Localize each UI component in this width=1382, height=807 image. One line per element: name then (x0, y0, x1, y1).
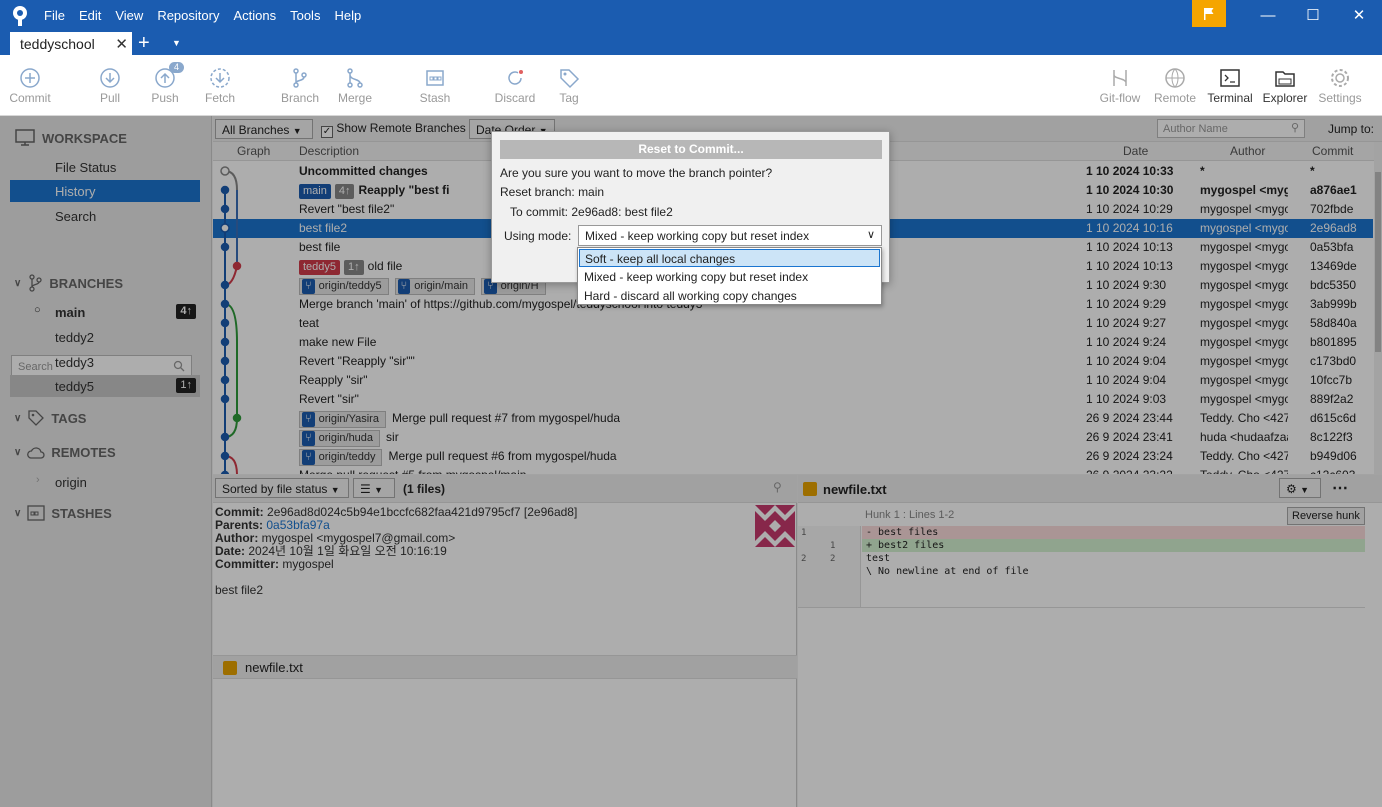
push-count-badge: 4 (169, 62, 185, 73)
merge-button[interactable]: Merge (325, 55, 385, 115)
tab-dropdown-icon[interactable]: ▼ (172, 38, 181, 48)
to-commit-label: To commit: (510, 205, 569, 219)
dialog-question: Are you sure you want to move the branch… (500, 166, 773, 180)
gitflow-label: Git-flow (1099, 91, 1141, 105)
settings-label: Settings (1318, 91, 1362, 105)
to-commit-value: 2e96ad8: best file2 (571, 205, 673, 219)
close-tab-icon[interactable]: ✕ (115, 35, 128, 53)
tag-icon (560, 69, 580, 89)
option-soft-label: Soft - keep all local changes (585, 252, 736, 266)
reset-mode-options: Soft - keep all local changes Mixed - ke… (577, 247, 882, 305)
repo-tab[interactable]: teddyschool ✕ (10, 32, 132, 55)
fetch-icon (210, 68, 230, 88)
maximize-button[interactable]: ☐ (1290, 0, 1336, 30)
branch-icon (293, 68, 307, 88)
minimize-button[interactable]: — (1245, 0, 1291, 30)
settings-button[interactable]: Settings (1310, 55, 1370, 115)
branch-button[interactable]: Branch (270, 55, 330, 115)
stash-icon (426, 70, 444, 86)
menu-repository[interactable]: Repository (157, 8, 219, 23)
gitflow-button[interactable]: Git-flow (1090, 55, 1150, 115)
menu-edit[interactable]: Edit (79, 8, 101, 23)
reset-branch-row: Reset branch: main (500, 185, 604, 199)
menu-actions[interactable]: Actions (233, 8, 276, 23)
explorer-label: Explorer (1262, 91, 1308, 105)
repo-tab-label: teddyschool (20, 36, 95, 52)
dialog-title: Reset to Commit... (500, 140, 882, 159)
pull-button[interactable]: Pull (80, 55, 140, 115)
tag-button[interactable]: Tag (539, 55, 599, 115)
reset-mode-select[interactable]: Mixed - keep working copy but reset inde… (578, 225, 882, 246)
fetch-button[interactable]: Fetch (190, 55, 250, 115)
discard-button[interactable]: Discard (485, 55, 545, 115)
chevron-down-icon: ∨ (866, 229, 875, 241)
menu-help[interactable]: Help (334, 8, 361, 23)
explorer-button[interactable]: Explorer (1255, 55, 1315, 115)
reset-mode-value: Mixed - keep working copy but reset inde… (585, 229, 810, 243)
sourcetree-logo-icon (13, 6, 27, 26)
menu-bar: File Edit View Repository Actions Tools … (44, 8, 361, 23)
terminal-button[interactable]: Terminal (1200, 55, 1260, 115)
commit-icon (20, 68, 40, 88)
commit-label: Commit (9, 91, 51, 105)
reset-branch-label: Reset branch: (500, 185, 575, 199)
fetch-label: Fetch (204, 91, 235, 105)
push-label: Push (151, 91, 179, 105)
gear-icon (1331, 69, 1349, 87)
menu-view[interactable]: View (115, 8, 143, 23)
branch-label: Branch (280, 91, 320, 105)
menu-tools[interactable]: Tools (290, 8, 320, 23)
merge-icon (347, 68, 363, 88)
folder-icon (1275, 71, 1295, 87)
reset-branch-value: main (578, 185, 605, 199)
option-hard-label: Hard - discard all working copy changes (584, 289, 797, 303)
remote-label: Remote (1153, 91, 1197, 105)
gitflow-icon (1113, 70, 1127, 86)
merge-label: Merge (337, 91, 372, 105)
pull-label: Pull (99, 91, 120, 105)
toolbar: Commit Pull 4 Push Fetch Branch Merge St… (0, 55, 1382, 116)
option-mixed-label: Mixed - keep working copy but reset inde… (584, 270, 809, 284)
close-window-button[interactable]: ✕ (1336, 0, 1382, 30)
stash-label: Stash (419, 91, 451, 105)
pull-icon (100, 68, 120, 88)
tag-label: Tag (559, 91, 579, 105)
using-mode-label: Using mode: (504, 229, 572, 243)
stash-button[interactable]: Stash (405, 55, 465, 115)
terminal-label: Terminal (1207, 91, 1253, 105)
terminal-icon (1220, 69, 1240, 87)
option-mixed[interactable]: Mixed - keep working copy but reset inde… (579, 268, 880, 286)
discard-icon (508, 70, 523, 85)
push-button[interactable]: 4 Push (135, 55, 195, 115)
flag-icon (1204, 7, 1214, 20)
commit-button[interactable]: Commit (0, 55, 60, 115)
menu-file[interactable]: File (44, 8, 65, 23)
option-hard[interactable]: Hard - discard all working copy changes (579, 287, 880, 305)
new-tab-button[interactable]: + (138, 32, 150, 54)
remote-button[interactable]: Remote (1145, 55, 1205, 115)
title-bar: File Edit View Repository Actions Tools … (0, 0, 1382, 55)
notification-flag-button[interactable] (1192, 0, 1226, 27)
to-commit-row: To commit: 2e96ad8: best file2 (510, 205, 673, 219)
option-soft[interactable]: Soft - keep all local changes (579, 249, 880, 267)
globe-icon (1165, 68, 1185, 88)
discard-label: Discard (494, 91, 536, 105)
